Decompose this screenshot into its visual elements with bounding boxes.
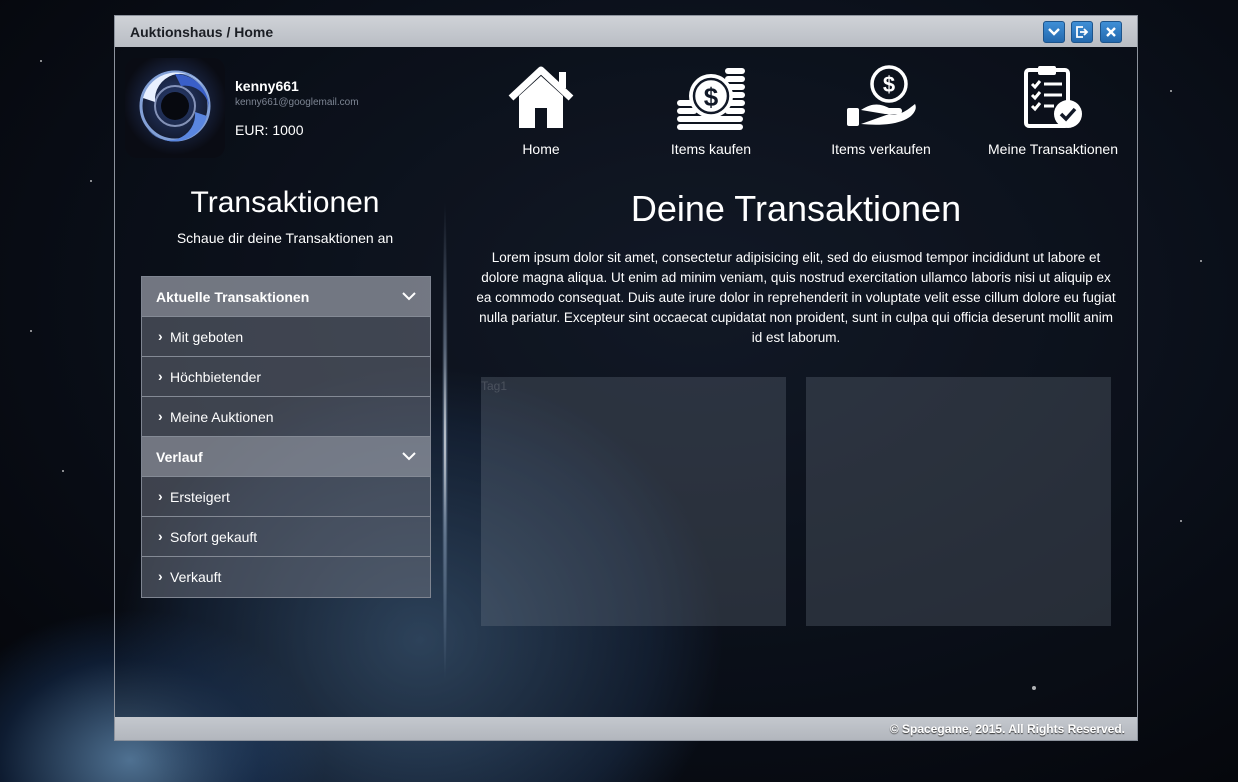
- footer: © Spacegame, 2015. All Rights Reserved.: [115, 717, 1137, 740]
- menu-item-label: Sofort gekauft: [170, 529, 258, 545]
- user-balance: EUR: 1000: [235, 122, 304, 138]
- coins-icon: $: [677, 68, 745, 130]
- svg-text:$: $: [704, 82, 719, 112]
- chevron-right-icon: ›: [158, 568, 163, 584]
- nav-items-kaufen-label: Items kaufen: [670, 141, 752, 157]
- star: [62, 470, 64, 472]
- chevron-right-icon: ›: [158, 408, 163, 424]
- menu-item-meine-auktionen[interactable]: › Meine Auktionen: [142, 397, 430, 437]
- content-panel-2: [806, 377, 1111, 626]
- star: [40, 60, 42, 62]
- chevron-right-icon: ›: [158, 328, 163, 344]
- vertical-divider: [442, 201, 448, 681]
- svg-text:$: $: [883, 72, 895, 97]
- menu-item-hoechbietender[interactable]: › Höchbietender: [142, 357, 430, 397]
- nav-items-kaufen[interactable]: $ Items kaufen: [655, 64, 767, 157]
- app-window: Auktionshaus / Home kenny661 kenny661@go…: [114, 15, 1138, 741]
- close-button[interactable]: [1100, 21, 1122, 43]
- star: [30, 330, 32, 332]
- menu-group-aktuelle-transaktionen[interactable]: Aktuelle Transaktionen: [142, 277, 430, 317]
- menu-item-label: Ersteigert: [170, 489, 230, 505]
- chevron-right-icon: ›: [158, 488, 163, 504]
- nav-meine-transaktionen[interactable]: Meine Transaktionen: [983, 64, 1123, 157]
- sidebar-title: Transaktionen: [190, 186, 380, 219]
- swirl-logo-icon: [139, 70, 211, 142]
- main-description: Lorem ipsum dolor sit amet, consectetur …: [476, 250, 1116, 345]
- chevron-right-icon: ›: [158, 528, 163, 544]
- star: [1170, 90, 1172, 92]
- window-title: Auktionshaus / Home: [130, 24, 274, 40]
- chevron-down-icon: [402, 452, 416, 461]
- copyright-text: © Spacegame, 2015. All Rights Reserved.: [889, 722, 1125, 736]
- user-name: kenny661: [235, 78, 299, 94]
- menu-item-label: Höchbietender: [170, 369, 262, 385]
- hand-money-icon: $: [847, 65, 916, 126]
- chevron-down-icon: [1048, 28, 1060, 36]
- star: [90, 180, 92, 182]
- menu-item-ersteigert[interactable]: › Ersteigert: [142, 477, 430, 517]
- nav-home-label: Home: [522, 141, 560, 157]
- nav-meine-transaktionen-label: Meine Transaktionen: [988, 141, 1118, 157]
- avatar[interactable]: [125, 58, 225, 158]
- menu-item-verkauft[interactable]: › Verkauft: [142, 557, 430, 597]
- nav-items-verkaufen-label: Items verkaufen: [831, 141, 931, 157]
- menu-item-sofort-gekauft[interactable]: › Sofort gekauft: [142, 517, 430, 557]
- menu-item-label: Mit geboten: [170, 329, 244, 345]
- menu-group-label: Aktuelle Transaktionen: [156, 289, 310, 305]
- content-panel-1: Tag1: [481, 377, 786, 626]
- panel-label: Tag1: [481, 379, 508, 393]
- clipboard-check-icon: [1024, 66, 1082, 128]
- logout-button[interactable]: [1071, 21, 1093, 43]
- menu-item-mit-geboten[interactable]: › Mit geboten: [142, 317, 430, 357]
- user-email: kenny661@googlemail.com: [235, 97, 359, 108]
- close-icon: [1106, 27, 1116, 37]
- chevron-right-icon: ›: [158, 368, 163, 384]
- menu-item-label: Verkauft: [170, 569, 222, 585]
- nav-items-verkaufen[interactable]: $ Items verkaufen: [825, 64, 937, 157]
- star: [1180, 520, 1182, 522]
- star: [1200, 260, 1202, 262]
- transaction-menu: Aktuelle Transaktionen › Mit geboten › H…: [141, 276, 431, 598]
- home-icon: [508, 66, 574, 128]
- menu-item-label: Meine Auktionen: [170, 409, 274, 425]
- chevron-down-icon: [402, 292, 416, 301]
- main-title: Deine Transaktionen: [630, 188, 962, 229]
- menu-group-verlauf[interactable]: Verlauf: [142, 437, 430, 477]
- title-bar: Auktionshaus / Home: [115, 16, 1137, 47]
- sidebar-subtitle: Schaue dir deine Transaktionen an: [176, 230, 394, 246]
- logout-icon: [1076, 26, 1089, 38]
- minimize-button[interactable]: [1043, 21, 1065, 43]
- nav-home[interactable]: Home: [490, 64, 592, 157]
- menu-group-label: Verlauf: [156, 449, 203, 465]
